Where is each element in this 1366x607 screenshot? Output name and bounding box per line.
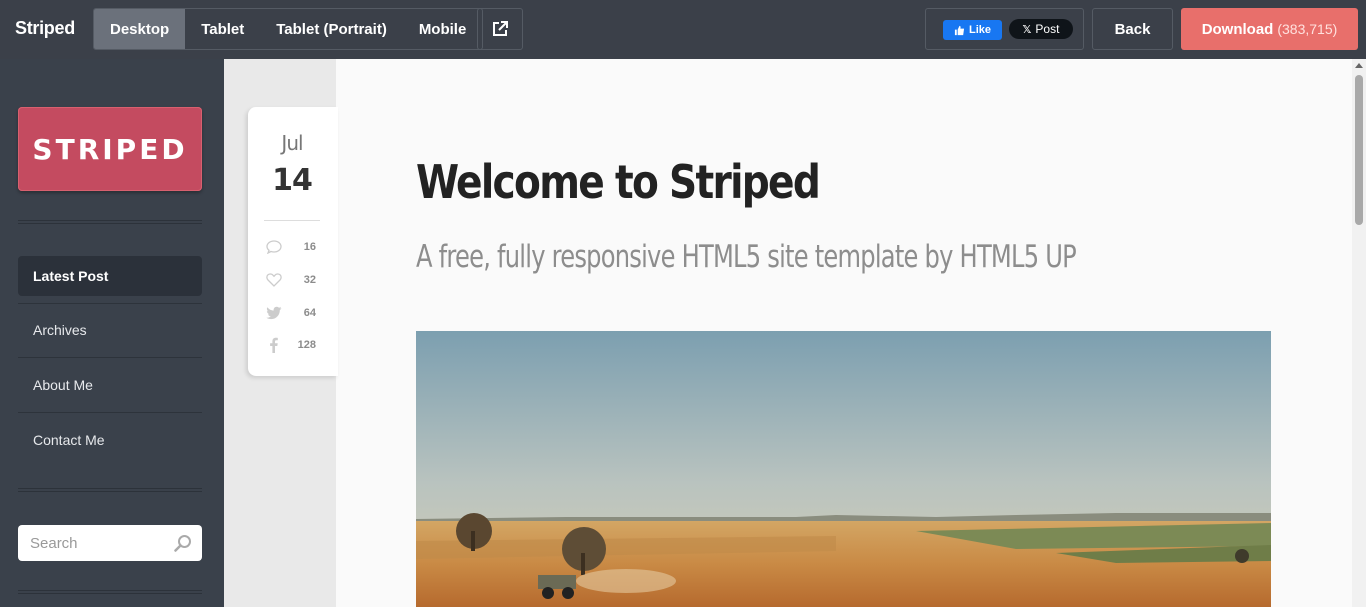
scroll-thumb[interactable] [1355,75,1363,225]
comments-stat[interactable]: 16 [266,238,316,256]
facebook-like-button[interactable]: Like [943,20,1002,40]
open-external-button[interactable] [477,8,523,50]
post-hero-image [416,331,1271,607]
brand-title: Striped [15,18,75,38]
post-date-tab: Jul 14 16 32 64 128 [248,107,338,376]
nav-item-latest-post[interactable]: Latest Post [18,256,202,296]
search-box [18,525,202,561]
device-tablet-button[interactable]: Tablet [185,9,260,49]
date-divider [264,220,320,221]
heart-icon [266,273,282,287]
sidebar-divider [18,590,202,594]
post-day: 14 [272,163,313,198]
nav-item-about-me[interactable]: About Me [18,365,202,405]
facebook-like-label: Like [968,24,991,36]
post-content: Welcome to Striped A free, fully respons… [336,59,1352,607]
comments-count: 16 [303,241,316,253]
comment-icon [266,240,282,254]
likes-count: 32 [303,274,316,286]
social-buttons: Like 𝕏 Post [925,8,1084,50]
x-post-button[interactable]: 𝕏 Post [1009,19,1073,39]
nav-divider [18,357,202,358]
twitter-stat[interactable]: 64 [266,304,316,322]
preview-toolbar: Striped Desktop Tablet Tablet (Portrait)… [0,0,1366,59]
twitter-count: 64 [303,307,316,319]
likes-stat[interactable]: 32 [266,271,316,289]
post-month: Jul [281,131,303,155]
nav-divider [18,412,202,413]
back-button[interactable]: Back [1092,8,1173,50]
search-icon[interactable] [174,534,192,552]
sidebar-divider [18,220,202,224]
x-logo-icon: 𝕏 [1022,23,1032,36]
post-title[interactable]: Welcome to Striped [416,155,821,209]
device-switcher: Desktop Tablet Tablet (Portrait) Mobile [93,8,484,50]
farm-field-image [416,331,1271,607]
search-input[interactable] [30,534,160,552]
sidebar: STRIPED Latest Post Archives About Me Co… [0,59,224,607]
nav-item-contact-me[interactable]: Contact Me [18,420,202,460]
download-label: Download [1201,20,1274,38]
scroll-up-arrow-icon[interactable] [1355,63,1363,68]
twitter-icon [266,306,282,320]
page-scrollbar[interactable] [1352,59,1366,607]
facebook-icon [270,337,278,353]
facebook-count: 128 [297,339,316,351]
download-button[interactable]: Download (383,715) [1181,8,1358,50]
x-post-label: Post [1035,22,1060,36]
sidebar-divider [18,488,202,492]
thumbs-up-icon [954,25,965,35]
site-logo[interactable]: STRIPED [18,107,202,191]
nav-item-archives[interactable]: Archives [18,310,202,350]
device-desktop-button[interactable]: Desktop [94,9,186,49]
download-count: (383,715) [1277,21,1338,37]
device-mobile-button[interactable]: Mobile [403,9,482,49]
post-subtitle: A free, fully responsive HTML5 site temp… [416,239,1077,275]
device-tablet-portrait-button[interactable]: Tablet (Portrait) [260,9,403,49]
facebook-stat[interactable]: 128 [266,336,316,354]
nav-divider [18,303,202,304]
external-link-icon [493,21,508,36]
